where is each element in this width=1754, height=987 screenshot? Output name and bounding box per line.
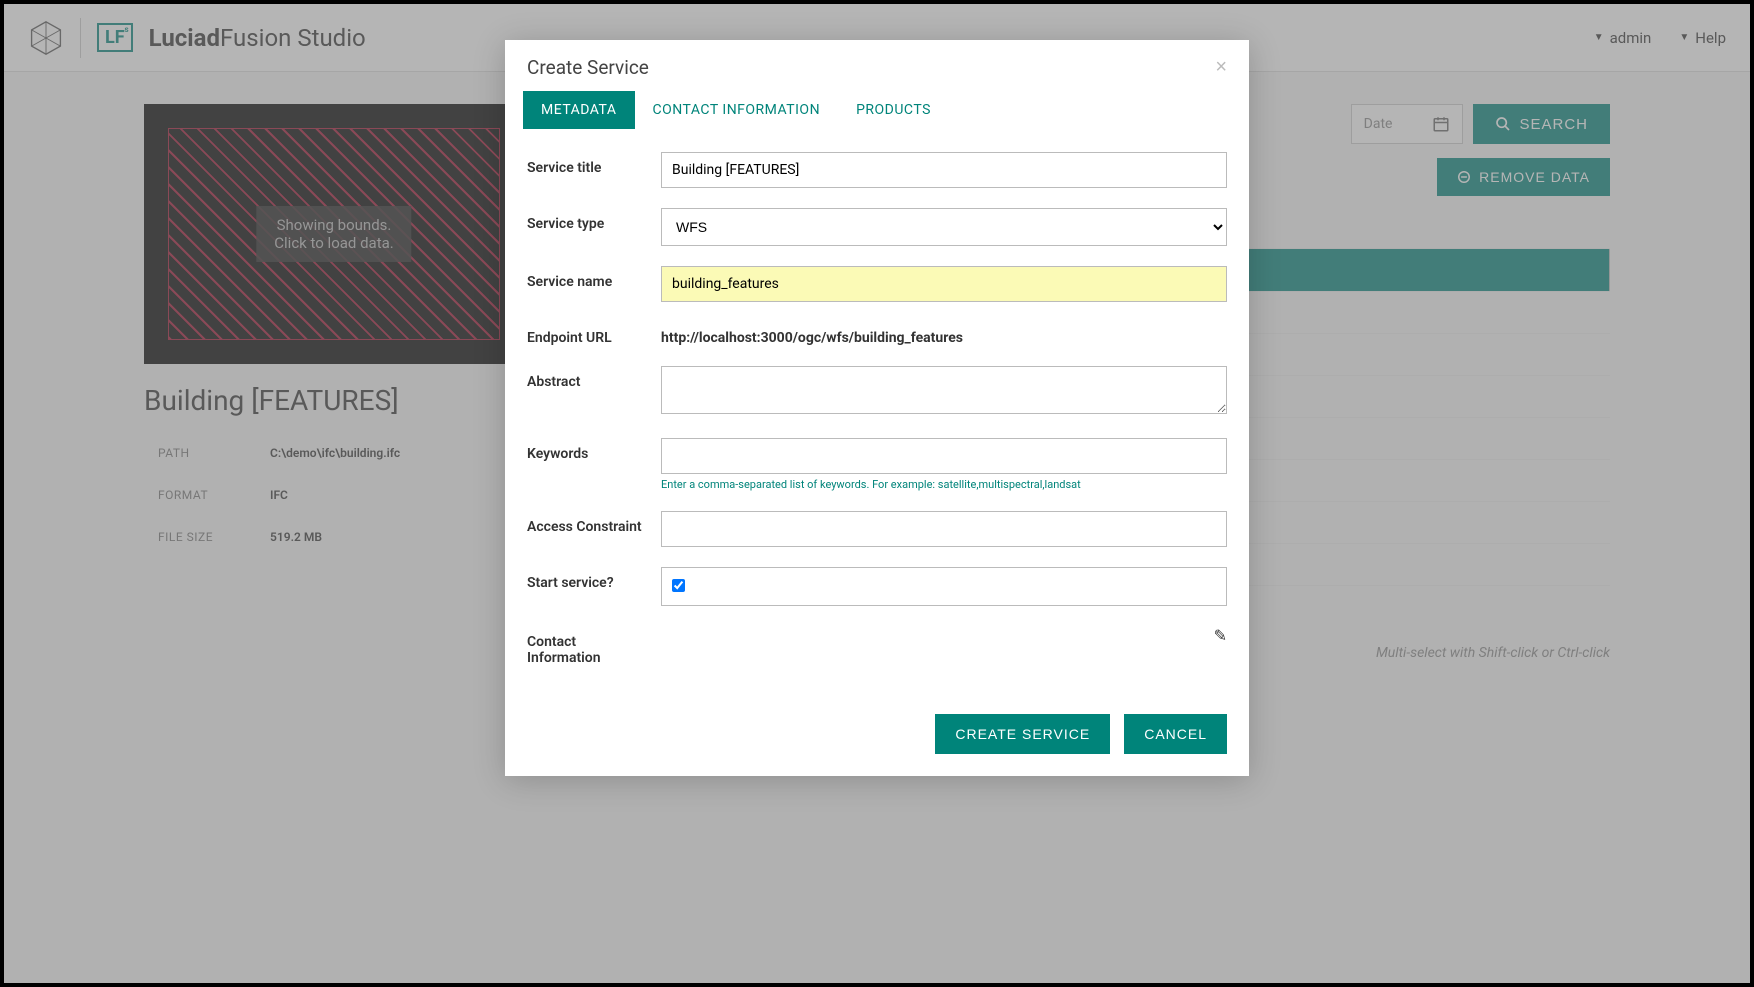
close-button[interactable]: × <box>1215 56 1227 79</box>
label-contact: Contact Information <box>527 626 643 666</box>
tab-metadata[interactable]: METADATA <box>523 91 635 129</box>
cancel-button[interactable]: CANCEL <box>1124 714 1227 754</box>
modal-footer: CREATE SERVICE CANCEL <box>505 686 1249 776</box>
label-abstract: Abstract <box>527 366 643 390</box>
label-service-name: Service name <box>527 266 643 290</box>
label-service-type: Service type <box>527 208 643 232</box>
label-service-title: Service title <box>527 152 643 176</box>
modal-body: Service title Service type WFS Service n… <box>505 130 1249 666</box>
tab-contact[interactable]: CONTACT INFORMATION <box>635 91 839 129</box>
label-start: Start service? <box>527 567 643 591</box>
modal-title: Create Service <box>527 56 649 79</box>
keywords-helper: Enter a comma-separated list of keywords… <box>661 478 1227 491</box>
service-type-select[interactable]: WFS <box>661 208 1227 246</box>
service-title-input[interactable] <box>661 152 1227 188</box>
label-endpoint: Endpoint URL <box>527 322 643 346</box>
start-service-checkbox[interactable] <box>672 579 685 592</box>
abstract-textarea[interactable] <box>661 366 1227 414</box>
keywords-input[interactable] <box>661 438 1227 474</box>
service-name-input[interactable] <box>661 266 1227 302</box>
modal-tabs: METADATA CONTACT INFORMATION PRODUCTS <box>505 91 1249 130</box>
label-access: Access Constraint <box>527 511 643 535</box>
endpoint-url-value: http://localhost:3000/ogc/wfs/building_f… <box>661 322 1227 346</box>
modal-header: Create Service × <box>505 40 1249 91</box>
create-service-button[interactable]: CREATE SERVICE <box>935 714 1110 754</box>
edit-contact-button[interactable]: ✎ <box>1214 626 1227 645</box>
create-service-modal: Create Service × METADATA CONTACT INFORM… <box>505 40 1249 776</box>
access-constraint-input[interactable] <box>661 511 1227 547</box>
tab-products[interactable]: PRODUCTS <box>838 91 949 129</box>
label-keywords: Keywords <box>527 438 643 462</box>
